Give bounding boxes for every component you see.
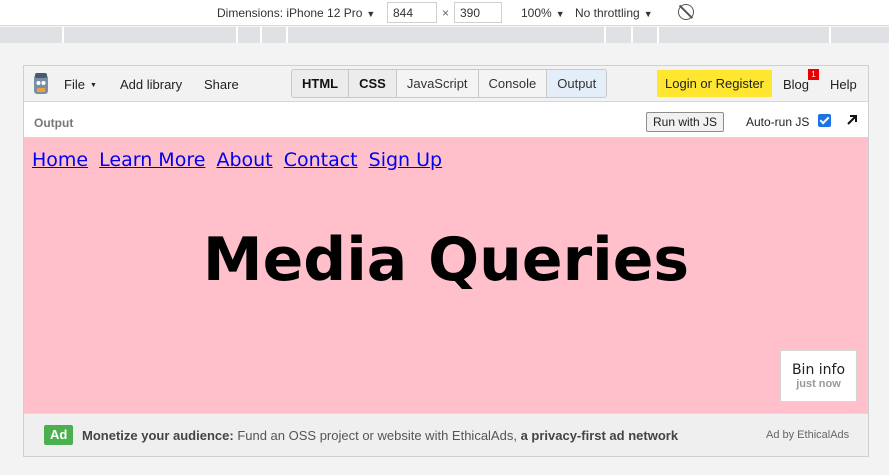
- add-library-menu[interactable]: Add library: [120, 77, 182, 92]
- zoom-value: 100%: [521, 6, 552, 20]
- chevron-down-icon: ▼: [555, 9, 565, 19]
- ad-lead: Monetize your audience:: [82, 428, 234, 443]
- ruler-segment[interactable]: [606, 27, 633, 43]
- width-input[interactable]: [387, 2, 437, 23]
- zoom-select[interactable]: 100% ▼: [521, 6, 565, 20]
- autorun-checkbox[interactable]: [818, 114, 831, 127]
- nav-link-home[interactable]: Home: [32, 149, 88, 171]
- jsbin-frame: File ▼ Add library Share HTML CSS JavaScr…: [23, 65, 869, 457]
- autorun-label: Auto-run JS: [746, 115, 810, 129]
- ruler-segment[interactable]: [0, 27, 64, 43]
- ruler-segment[interactable]: [659, 27, 831, 43]
- nav-link-contact[interactable]: Contact: [284, 149, 358, 171]
- rotate-icon[interactable]: [678, 4, 694, 20]
- run-with-js-button[interactable]: Run with JS: [646, 112, 725, 132]
- ruler-segment[interactable]: [262, 27, 288, 43]
- media-query-ruler[interactable]: [0, 27, 889, 43]
- tab-css[interactable]: CSS: [349, 70, 397, 97]
- output-panel-label: Output: [34, 116, 74, 130]
- ruler-segment[interactable]: [64, 27, 238, 43]
- output-preview: Home Learn More About Contact Sign Up Me…: [24, 137, 868, 413]
- ruler-segment[interactable]: [633, 27, 659, 43]
- tab-console[interactable]: Console: [479, 70, 548, 97]
- tab-output[interactable]: Output: [547, 70, 607, 97]
- blog-notification-badge: 1: [808, 69, 819, 80]
- nav-link-learn-more[interactable]: Learn More: [99, 149, 205, 171]
- chevron-down-icon: ▼: [643, 9, 653, 19]
- help-link[interactable]: Help: [830, 77, 857, 92]
- share-menu[interactable]: Share: [204, 77, 239, 92]
- ruler-segment[interactable]: [288, 27, 606, 43]
- ad-body: Fund an OSS project or website with Ethi…: [233, 428, 521, 443]
- file-menu[interactable]: File ▼: [64, 77, 97, 92]
- tab-javascript[interactable]: JavaScript: [397, 70, 479, 97]
- login-register-button[interactable]: Login or Register: [657, 70, 772, 97]
- ad-tail: a privacy-first ad network: [520, 428, 679, 443]
- tab-html[interactable]: HTML: [292, 70, 350, 97]
- bin-info-title: Bin info: [791, 362, 846, 378]
- panel-tabs: HTML CSS JavaScript Console Output: [291, 69, 608, 98]
- height-input[interactable]: [454, 2, 502, 23]
- nav-link-sign-up[interactable]: Sign Up: [369, 149, 442, 171]
- throttling-select[interactable]: No throttling ▼: [575, 6, 653, 20]
- popout-arrow-icon[interactable]: [846, 114, 858, 126]
- jsbin-toolbar: File ▼ Add library Share HTML CSS JavaScr…: [24, 66, 868, 102]
- ad-bar: Ad Monetize your audience: Fund an OSS p…: [24, 413, 868, 456]
- ad-text[interactable]: Monetize your audience: Fund an OSS proj…: [82, 428, 678, 443]
- device-toolbar: Dimensions: iPhone 12 Pro▼ × 100%▼ No th…: [0, 0, 889, 26]
- file-menu-label: File: [64, 77, 85, 92]
- chevron-down-icon: ▼: [366, 9, 376, 19]
- throttling-value: No throttling: [575, 6, 640, 20]
- ad-badge: Ad: [44, 425, 74, 445]
- blog-link[interactable]: Blog: [783, 77, 809, 92]
- output-panel-header: Output Run with JS Auto-run JS: [24, 103, 868, 137]
- ruler-segment[interactable]: [238, 27, 262, 43]
- device-select[interactable]: Dimensions: iPhone 12 Pro ▼: [217, 6, 375, 20]
- device-name: Dimensions: iPhone 12 Pro: [217, 6, 363, 20]
- caret-down-icon: ▼: [89, 82, 97, 89]
- times-symbol: ×: [442, 6, 450, 20]
- nav-link-about[interactable]: About: [216, 149, 272, 171]
- ad-attribution[interactable]: Ad by EthicalAds: [766, 429, 849, 441]
- jsbin-logo-icon[interactable]: [32, 72, 50, 96]
- page-title: Media Queries: [202, 225, 690, 295]
- bin-info-button[interactable]: Bin info just now: [780, 350, 857, 402]
- bin-info-timestamp: just now: [796, 378, 841, 390]
- preview-nav: Home Learn More About Contact Sign Up: [32, 149, 447, 171]
